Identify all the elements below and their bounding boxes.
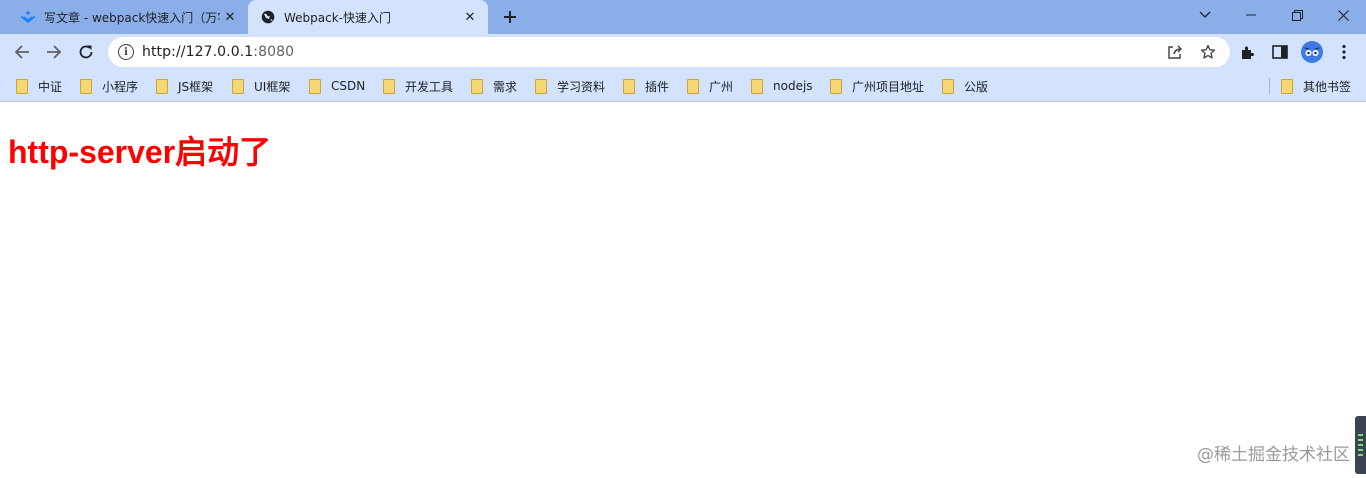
bookmark-folder[interactable]: 中证 <box>16 77 62 95</box>
folder-icon <box>309 79 321 94</box>
side-panel-icon[interactable] <box>1268 40 1292 64</box>
bookmark-folder[interactable]: 开发工具 <box>383 77 453 95</box>
bookmark-label: 需求 <box>493 79 518 94</box>
folder-icon <box>80 79 92 94</box>
bookmark-label: 广州项目地址 <box>852 79 925 94</box>
bookmark-folder[interactable]: 广州 <box>687 77 733 95</box>
bookmark-folder[interactable]: 小程序 <box>80 77 138 95</box>
bookmark-label: 小程序 <box>102 79 139 94</box>
juejin-logo-icon <box>20 9 36 25</box>
tab-title: Webpack-快速入门 <box>284 10 392 25</box>
bookmark-folder[interactable]: 广州项目地址 <box>830 77 924 95</box>
bookmark-label: 中证 <box>38 79 63 94</box>
close-window-button[interactable] <box>1320 0 1366 30</box>
bookmark-folder[interactable]: 插件 <box>623 77 669 95</box>
minimize-icon <box>1246 14 1256 16</box>
folder-icon <box>623 79 635 94</box>
chevron-down-icon <box>1199 11 1211 18</box>
side-widget-handle[interactable] <box>1355 416 1366 474</box>
bookmark-label: CSDN <box>331 79 366 93</box>
tab-search-button[interactable] <box>1182 0 1228 30</box>
folder-icon <box>751 79 763 94</box>
forward-button[interactable] <box>40 38 68 66</box>
folder-icon <box>16 79 28 94</box>
folder-icon <box>156 79 168 94</box>
folder-icon <box>383 79 395 94</box>
bookmark-folder[interactable]: CSDN <box>309 77 365 95</box>
other-bookmarks-folder[interactable]: 其他书签 <box>1281 77 1351 95</box>
plus-icon <box>504 11 516 23</box>
bookmark-label: 开发工具 <box>405 79 454 94</box>
new-tab-button[interactable] <box>498 5 522 29</box>
bookmarks-divider <box>1269 78 1270 94</box>
close-icon[interactable]: ✕ <box>220 7 240 27</box>
folder-icon <box>232 79 244 94</box>
bookmark-label: 插件 <box>645 79 670 94</box>
globe-icon <box>260 9 276 25</box>
folder-icon <box>535 79 547 94</box>
url-host: http://127.0.0.1 <box>142 44 254 60</box>
arrow-right-icon <box>47 45 62 59</box>
bookmark-label: 其他书签 <box>1303 79 1352 94</box>
indicator-bar <box>1358 439 1363 441</box>
bookmark-label: 学习资料 <box>557 79 606 94</box>
folder-icon <box>830 79 842 94</box>
extensions-icon[interactable] <box>1236 40 1260 64</box>
star-icon[interactable] <box>1199 43 1217 61</box>
folder-icon <box>942 79 954 94</box>
site-info-icon[interactable]: i <box>118 44 134 60</box>
indicator-bar <box>1358 449 1363 451</box>
address-bar[interactable]: i http://127.0.0.1:8080 <box>108 37 1230 67</box>
reload-button[interactable] <box>72 38 100 66</box>
indicator-bar <box>1358 434 1363 436</box>
tab-title: 写文章 - webpack快速入门（万字 <box>44 10 220 25</box>
bookmark-label: UI框架 <box>254 79 291 94</box>
page-headline: http-server启动了 <box>8 134 272 170</box>
url-port: :8080 <box>253 44 295 60</box>
arrow-left-icon <box>14 45 29 59</box>
bookmark-folder[interactable]: nodejs <box>751 77 813 95</box>
share-icon[interactable] <box>1166 43 1184 61</box>
back-button[interactable] <box>8 38 36 66</box>
browser-toolbar: i http://127.0.0.1:8080 <box>0 34 1366 70</box>
indicator-bar <box>1358 454 1363 456</box>
close-icon[interactable]: ✕ <box>460 7 480 27</box>
bookmark-folder[interactable]: 公版 <box>942 77 988 95</box>
bookmarks-bar: 中证 小程序 JS框架 UI框架 CSDN 开发工具 需求 学习资料 插件 广州… <box>0 70 1366 102</box>
folder-icon <box>687 79 699 94</box>
bookmark-label: 公版 <box>964 79 989 94</box>
tab-strip: 写文章 - webpack快速入门（万字 ✕ Webpack-快速入门 ✕ <box>0 0 1366 34</box>
page-content: http-server启动了 @稀土掘金技术社区 <box>0 103 1366 478</box>
bookmark-folder[interactable]: UI框架 <box>232 77 290 95</box>
tab-juejin-editor[interactable]: 写文章 - webpack快速入门（万字 ✕ <box>8 0 248 34</box>
folder-icon <box>1281 79 1293 94</box>
watermark-text: @稀土掘金技术社区 <box>1197 445 1350 465</box>
minimize-button[interactable] <box>1228 0 1274 30</box>
bookmark-folder[interactable]: 需求 <box>471 77 517 95</box>
folder-icon <box>471 79 483 94</box>
reload-icon <box>79 45 93 59</box>
tab-webpack[interactable]: Webpack-快速入门 ✕ <box>248 0 488 34</box>
bookmark-label: 广州 <box>709 79 734 94</box>
bookmark-folder[interactable]: JS框架 <box>156 77 213 95</box>
url-text: http://127.0.0.1:8080 <box>142 44 294 60</box>
profile-avatar[interactable] <box>1300 40 1324 64</box>
indicator-bar <box>1358 444 1363 446</box>
bookmark-label: JS框架 <box>178 79 214 94</box>
bookmark-label: nodejs <box>773 79 813 93</box>
more-menu-icon[interactable] <box>1332 40 1356 64</box>
restore-button[interactable] <box>1274 0 1320 30</box>
close-icon <box>1337 9 1349 21</box>
restore-icon <box>1291 9 1303 21</box>
bookmark-folder[interactable]: 学习资料 <box>535 77 605 95</box>
